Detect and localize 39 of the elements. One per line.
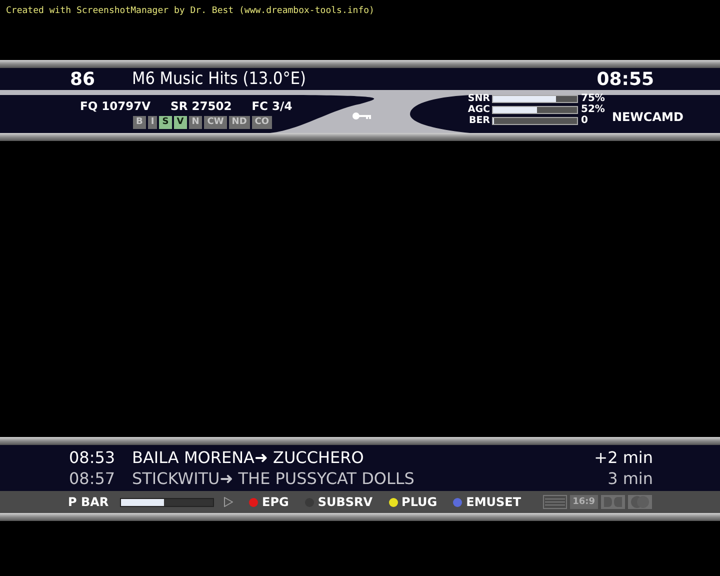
ca-flag: V bbox=[174, 116, 187, 129]
list-icon bbox=[542, 495, 567, 509]
event-time: 08:57 bbox=[69, 469, 116, 488]
ca-flag: ND bbox=[228, 116, 250, 129]
progress-label: P BAR bbox=[68, 495, 110, 509]
play-icon bbox=[224, 497, 233, 507]
clock-time: 08:55 bbox=[596, 68, 654, 90]
meter-reading: 0 bbox=[581, 115, 588, 126]
audio-icon bbox=[601, 495, 625, 509]
aspect-ratio-badge: 16:9 bbox=[570, 495, 598, 509]
ca-flag: B bbox=[133, 116, 146, 129]
event-title: STICKWITU➜ THE PUSSYCAT DOLLS bbox=[132, 469, 416, 488]
color-key-label[interactable]: EMUSET bbox=[466, 495, 522, 509]
symbol-rate-text: SR 27502 bbox=[170, 99, 232, 113]
ca-flag: S bbox=[159, 116, 172, 129]
event-duration: 3 min bbox=[608, 469, 653, 488]
key-icon bbox=[352, 112, 372, 120]
caption-text: Created with ScreenshotManager by Dr. Best (www.dreambox-tools.info) bbox=[5, 5, 376, 18]
ca-flag: CW bbox=[204, 116, 227, 129]
event-title: BAILA MORENA➜ ZUCCHERO bbox=[132, 448, 365, 467]
circles-icon bbox=[628, 495, 652, 509]
meter-label: AGC bbox=[466, 104, 490, 115]
event-duration: +2 min bbox=[594, 448, 653, 467]
event-time: 08:53 bbox=[69, 448, 116, 467]
fec-text: FC 3/4 bbox=[252, 99, 292, 113]
frequency-text: FQ 10797V bbox=[80, 99, 151, 113]
ca-flag: N bbox=[188, 116, 202, 129]
meter-reading: 75% bbox=[581, 93, 605, 104]
color-key-label[interactable]: PLUG bbox=[402, 495, 438, 509]
channel-name: M6 Music Hits (13.0°E) bbox=[132, 69, 306, 89]
meter-label: BER bbox=[468, 115, 490, 126]
color-key-label[interactable]: EPG bbox=[262, 495, 289, 509]
ca-flag: CO bbox=[252, 116, 272, 129]
cam-name: NEWCAMD bbox=[612, 110, 684, 124]
meter-label: SNR bbox=[466, 93, 490, 104]
channel-number: 86 bbox=[70, 68, 96, 90]
meter-reading: 52% bbox=[581, 104, 605, 115]
ca-flag: I bbox=[148, 116, 158, 129]
color-key-label[interactable]: SUBSRV bbox=[318, 495, 373, 509]
